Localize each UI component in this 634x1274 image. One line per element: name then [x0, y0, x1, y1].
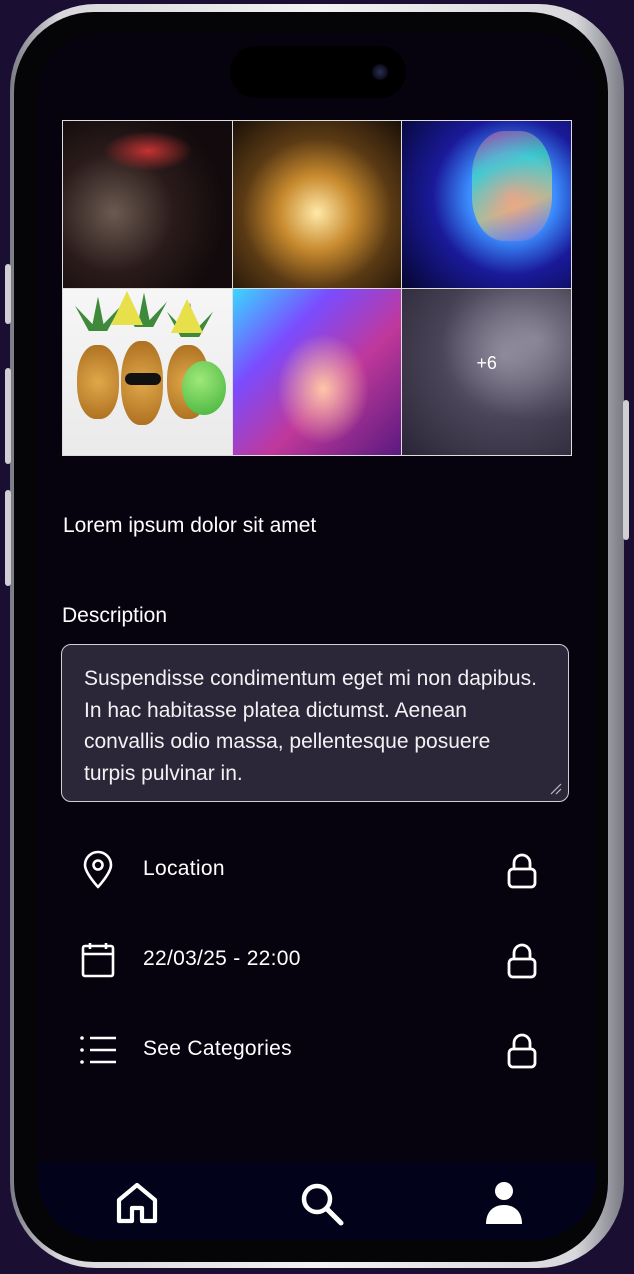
resize-grip-icon[interactable]: [550, 783, 562, 795]
description-label: Description: [62, 604, 168, 627]
gallery-image-more[interactable]: +6: [402, 288, 571, 455]
power-button: [623, 400, 629, 540]
date-row[interactable]: 22/03/25 - 22:00: [62, 930, 570, 990]
location-label: Location: [143, 857, 225, 880]
camera-icon: [372, 64, 388, 80]
gallery-image-5[interactable]: [232, 288, 402, 455]
photo-gallery: +6: [62, 120, 572, 456]
event-title: Lorem ipsum dolor sit amet: [63, 514, 317, 537]
gallery-image-1[interactable]: [63, 121, 232, 288]
search-icon[interactable]: [296, 1178, 346, 1228]
description-textarea[interactable]: Suspendisse condimentum eget mi non dapi…: [61, 644, 569, 802]
volume-down-button: [5, 490, 11, 586]
gallery-image-3[interactable]: [402, 121, 571, 288]
action-button: [5, 264, 11, 324]
dynamic-island: [230, 46, 406, 98]
lock-icon: [507, 1033, 537, 1069]
volume-up-button: [5, 368, 11, 464]
description-text: Suspendisse condimentum eget mi non dapi…: [84, 667, 537, 785]
gallery-image-2[interactable]: [232, 121, 402, 288]
profile-icon[interactable]: [479, 1178, 529, 1228]
categories-row[interactable]: See Categories: [62, 1020, 570, 1080]
gallery-image-4[interactable]: [63, 288, 232, 455]
bottom-navigation: [38, 1162, 596, 1240]
categories-label: See Categories: [143, 1037, 292, 1060]
app-screen: +6 Lorem ipsum dolor sit amet Descriptio…: [38, 32, 596, 1240]
map-pin-icon: [83, 850, 113, 889]
date-label: 22/03/25 - 22:00: [143, 947, 301, 970]
more-photos-count: +6: [476, 352, 497, 373]
lock-icon: [507, 943, 537, 979]
lock-icon: [507, 853, 537, 889]
home-icon[interactable]: [112, 1178, 162, 1228]
list-icon: [80, 1036, 116, 1064]
location-row[interactable]: Location: [62, 840, 570, 900]
calendar-icon: [81, 943, 115, 978]
